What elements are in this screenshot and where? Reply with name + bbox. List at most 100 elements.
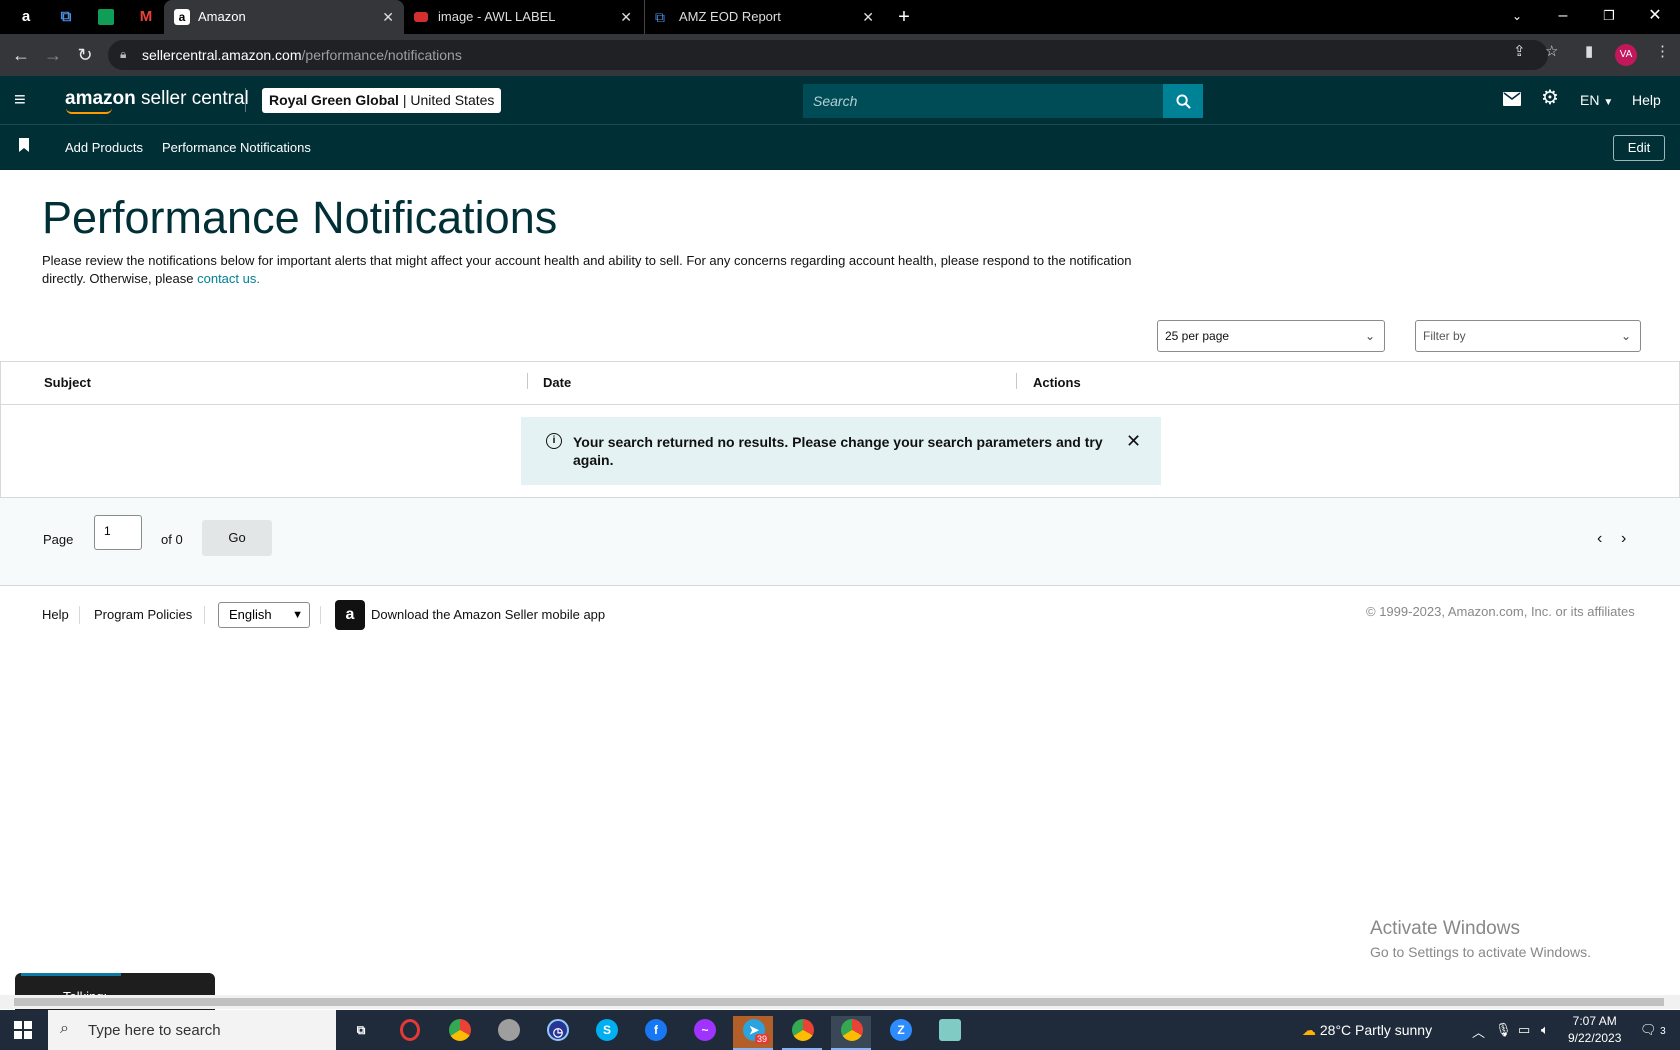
task-view-icon[interactable]: ⧉ (340, 1016, 380, 1050)
no-results-alert: i Your search returned no results. Pleas… (521, 417, 1161, 485)
share-icon[interactable]: ⇪ (1513, 42, 1526, 60)
side-panel-icon[interactable]: ▮ (1585, 42, 1593, 60)
search-input[interactable]: Search (803, 84, 1163, 118)
program-policies-link[interactable]: Program Policies (94, 607, 192, 622)
search-button[interactable] (1163, 84, 1203, 118)
mail-icon[interactable] (1503, 90, 1521, 110)
horizontal-scrollbar[interactable] (0, 995, 1680, 1009)
url-text: sellercentral.amazon.com/performance/not… (142, 47, 462, 63)
column-header-actions: Actions (1033, 375, 1081, 390)
amazon-icon: a (174, 9, 190, 25)
zoom-icon[interactable]: Z (880, 1016, 920, 1050)
go-button[interactable]: Go (202, 520, 272, 556)
caret-down-icon: ▼ (1603, 97, 1614, 108)
microphone-icon[interactable]: 🎙︎ (1495, 1022, 1512, 1038)
bookmark-star-icon[interactable]: ☆ (1545, 42, 1558, 60)
browser-tab-bar: a ⧉ M a Amazon ✕ image - AWL LABEL ✕ ⧉ A… (0, 0, 1680, 34)
store-switcher[interactable]: Royal Green Global | United States (262, 88, 502, 113)
chrome-profile-va-icon[interactable] (831, 1016, 871, 1050)
telegram-badge: 39 (755, 1034, 770, 1044)
settings-gear-icon[interactable]: ⚙ (1541, 88, 1559, 108)
copyright-text: © 1999-2023, Amazon.com, Inc. or its aff… (1366, 604, 1635, 619)
notifications-icon[interactable]: 🗨︎ 3 (1640, 1022, 1666, 1038)
amazon-smile-icon (66, 108, 112, 114)
telegram-icon[interactable]: ➤ 39 (733, 1016, 773, 1050)
menu-icon[interactable]: ≡ (14, 90, 34, 110)
bookmark-add-products[interactable]: Add Products (65, 140, 143, 155)
column-divider (1016, 373, 1017, 389)
brain-app-icon[interactable] (488, 1016, 528, 1050)
weather-widget[interactable]: ☁ 28°C Partly sunny (1302, 1022, 1432, 1039)
tab-title: image - AWL LABEL (438, 9, 556, 24)
chrome-icon[interactable] (439, 1016, 479, 1050)
clock-app-icon[interactable]: ◷ (537, 1016, 577, 1050)
back-icon[interactable]: ← (8, 42, 34, 68)
reload-icon[interactable]: ↻ (72, 42, 98, 68)
chevron-right-icon[interactable]: › (1621, 530, 1626, 548)
page-footer: Help Program Policies English ▼ a Downloa… (0, 586, 1680, 646)
close-window-icon[interactable]: ✕ (1632, 0, 1678, 34)
close-tab-icon[interactable]: ✕ (620, 0, 632, 34)
tab-search-chevron-icon[interactable]: ⌄ (1494, 0, 1540, 34)
windows-taskbar: ⌕ Type here to search ⧉ ◷ S f ~ ➤ 39 Z ☁ … (0, 1010, 1680, 1050)
footer-language-select[interactable]: English ▼ (218, 602, 310, 628)
close-icon[interactable]: ✕ (1126, 431, 1141, 452)
browser-menu-icon[interactable]: ⋮ (1655, 42, 1670, 60)
amazon-icon: a (21, 8, 31, 25)
page-title: Performance Notifications (42, 192, 558, 243)
address-bar[interactable]: 🔒︎ sellercentral.amazon.com/performance/… (108, 40, 1548, 70)
column-header-subject[interactable]: Subject (44, 375, 91, 390)
skype-icon[interactable]: S (586, 1016, 626, 1050)
forward-icon[interactable]: → (40, 42, 66, 68)
page-number-input[interactable]: 1 (94, 515, 142, 550)
notes-app-icon[interactable] (929, 1016, 969, 1050)
network-icon[interactable]: ▭ (1518, 1022, 1530, 1038)
minimize-icon[interactable]: – (1540, 0, 1586, 34)
windows-start-icon[interactable] (14, 1021, 32, 1039)
filter-dropdown[interactable]: Filter by ⌄ (1415, 320, 1641, 352)
volume-icon[interactable]: 🔈︎ (1541, 1022, 1549, 1038)
scrollbar-thumb[interactable] (14, 998, 1664, 1006)
contact-us-link[interactable]: contact us. (197, 271, 260, 286)
messenger-icon[interactable]: ~ (684, 1016, 724, 1050)
close-tab-icon[interactable]: ✕ (862, 0, 874, 34)
notifications-table: Subject Date Actions i Your search retur… (0, 361, 1680, 498)
show-hidden-icons-icon[interactable]: ︿ (1472, 1022, 1485, 1041)
help-link[interactable]: Help (1632, 92, 1661, 108)
chrome-profile-w-icon[interactable] (782, 1016, 822, 1050)
close-tab-icon[interactable]: ✕ (382, 0, 394, 34)
pinned-tab-zapier[interactable]: ⧉ (54, 6, 78, 28)
page-label: Page (43, 532, 74, 547)
bookmark-performance-notifications[interactable]: Performance Notifications (162, 140, 311, 155)
pinned-tab-amazon[interactable]: a (14, 6, 38, 28)
new-tab-button[interactable]: + (892, 6, 916, 28)
tab-eod-report[interactable]: ⧉ AMZ EOD Report ✕ (644, 0, 884, 34)
download-app-link[interactable]: Download the Amazon Seller mobile app (371, 607, 605, 622)
tab-amazon[interactable]: a Amazon ✕ (164, 0, 404, 34)
seller-central-logo[interactable]: amazon seller central (65, 88, 249, 110)
tab-title: Amazon (198, 9, 246, 24)
chevron-left-icon[interactable]: ‹ (1597, 530, 1602, 548)
tab-awl-label[interactable]: image - AWL LABEL ✕ (404, 0, 642, 34)
gmail-icon: M (139, 8, 153, 25)
pinned-tab-gmail[interactable]: M (134, 6, 158, 28)
language-selector[interactable]: EN ▼ (1580, 92, 1613, 108)
column-header-date[interactable]: Date (543, 375, 571, 390)
system-clock[interactable]: 7:07 AM 9/22/2023 (1568, 1013, 1621, 1047)
facebook-icon[interactable]: f (635, 1016, 675, 1050)
edit-bookmarks-button[interactable]: Edit (1613, 135, 1665, 161)
activate-windows-watermark: Activate Windows Go to Settings to activ… (1370, 918, 1591, 960)
footer-help-link[interactable]: Help (42, 607, 69, 622)
divider (245, 88, 246, 112)
bookmark-icon[interactable] (18, 138, 30, 152)
page-description: Please review the notifications below fo… (42, 253, 1132, 286)
pinned-tab-sheets[interactable] (94, 6, 118, 28)
opera-icon[interactable] (390, 1016, 430, 1050)
profile-avatar[interactable]: VA (1615, 44, 1637, 66)
per-page-dropdown[interactable]: 25 per page ⌄ (1157, 320, 1385, 352)
lock-icon: 🔒︎ (120, 47, 127, 61)
restore-icon[interactable]: ❐ (1586, 0, 1632, 34)
divider (79, 606, 80, 624)
sheets-icon (98, 9, 114, 25)
taskbar-search-input[interactable]: ⌕ Type here to search (48, 1010, 336, 1050)
